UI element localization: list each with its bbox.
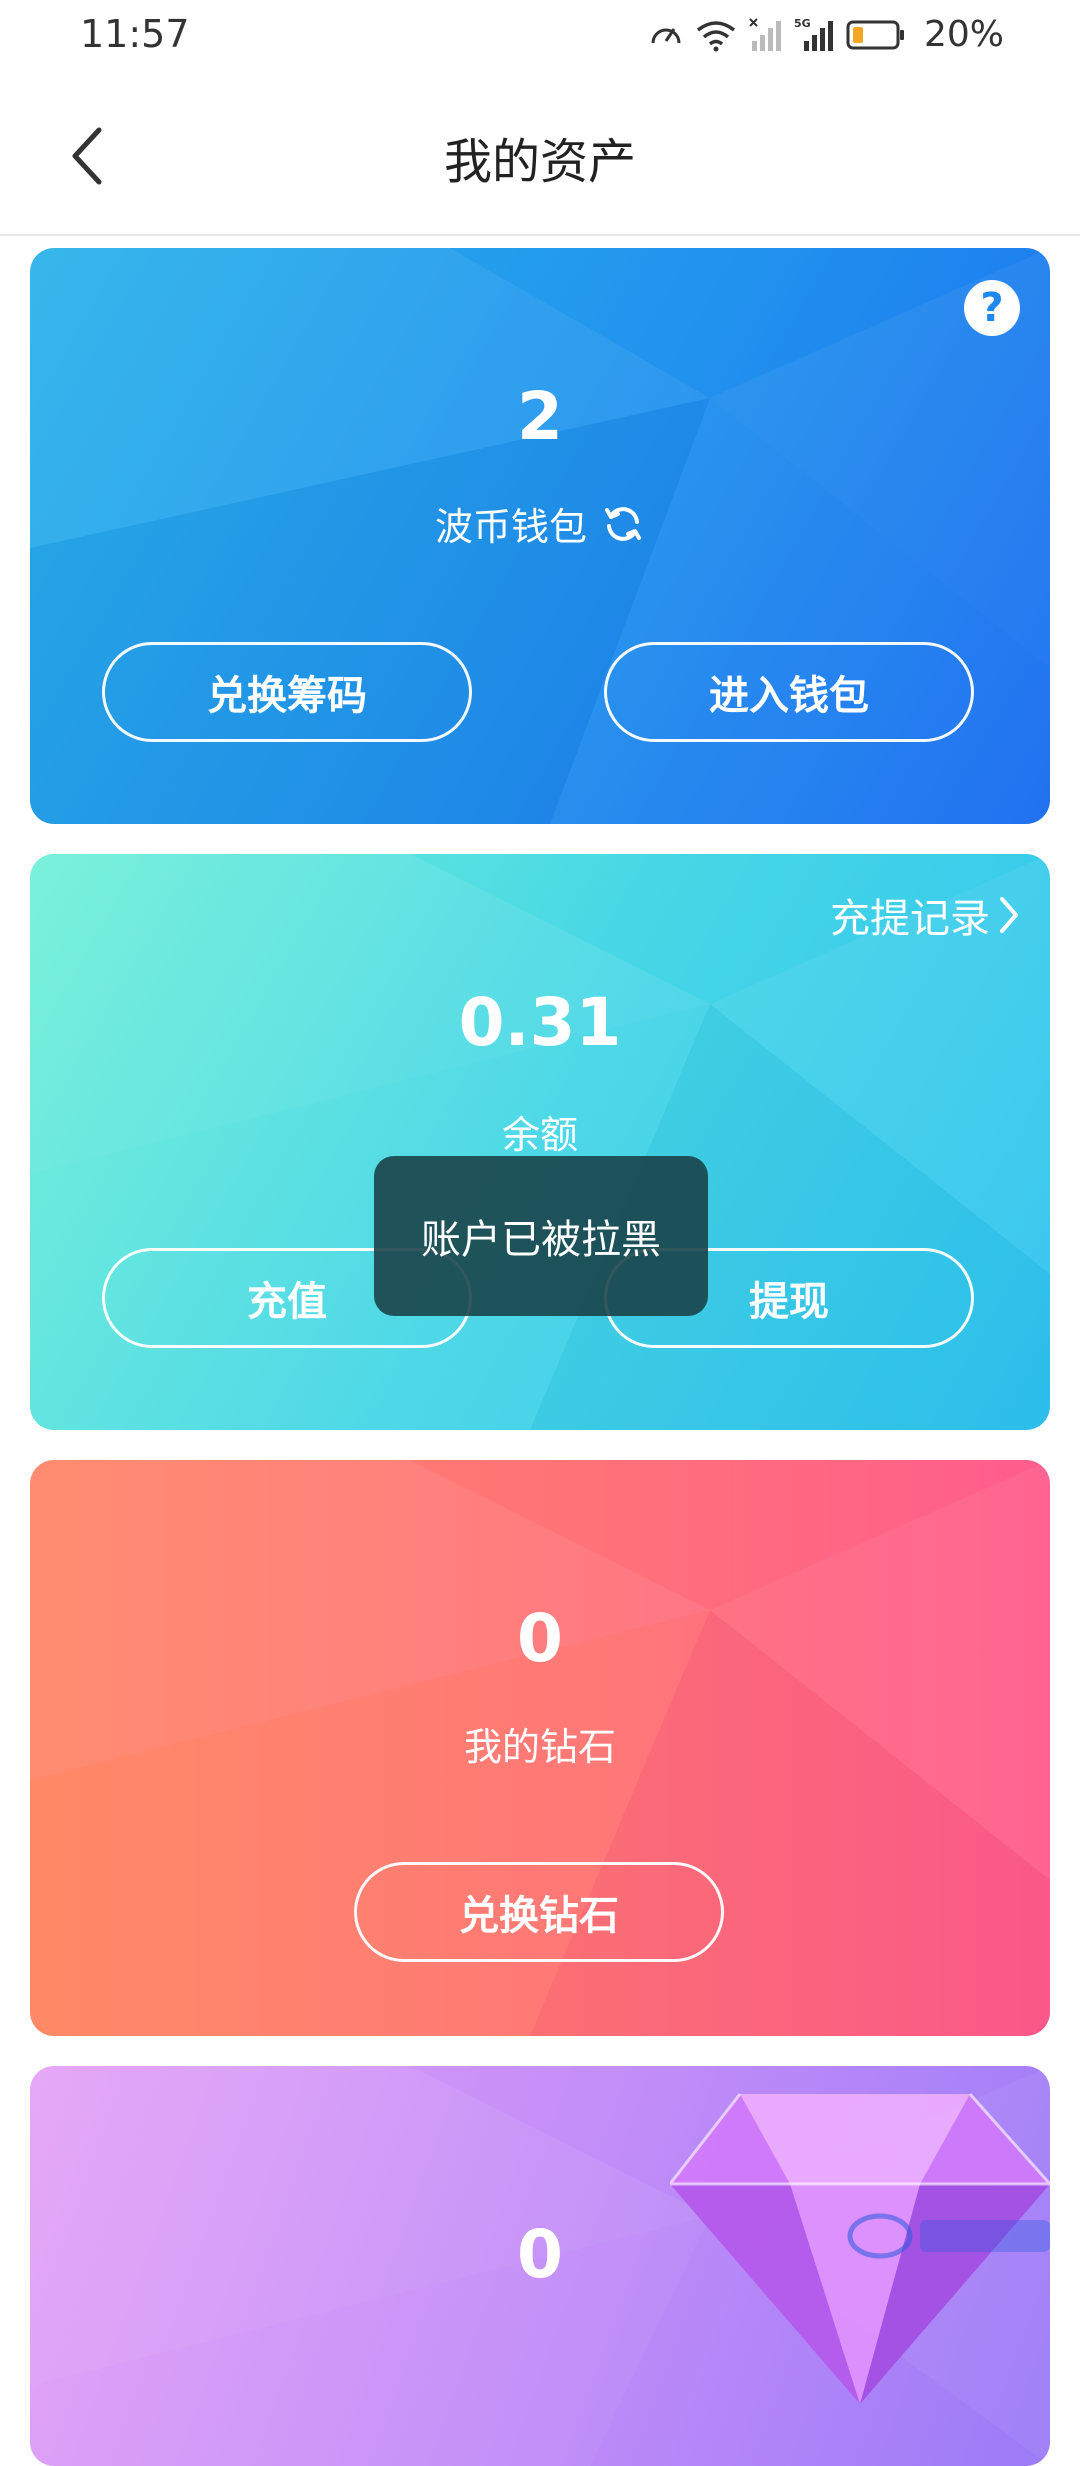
balance-card: 充提记录 0.31 余额 充值 提现 — [30, 854, 1050, 1430]
wifi-icon — [696, 20, 736, 51]
balance-amount: 0.31 — [458, 984, 622, 1061]
diamond-card: 0 我的钻石 兑换钻石 — [30, 1460, 1050, 2036]
speed-icon — [651, 27, 681, 43]
svg-text:5G: 5G — [794, 17, 811, 30]
enter-wallet-button[interactable]: 进入钱包 — [604, 642, 974, 742]
bobi-wallet-card: ? 2 波币钱包 兑换筹码 进入钱包 — [30, 248, 1050, 824]
page-title: 我的资产 — [443, 134, 636, 190]
watermark-logo — [847, 2213, 1050, 2259]
toast-message: 账户已被拉黑 — [374, 1156, 708, 1316]
header: 我的资产 — [0, 78, 1080, 236]
battery-icon — [846, 20, 904, 49]
bobi-label: 波币钱包 — [434, 505, 587, 549]
diamond-label: 我的钻石 — [463, 1725, 616, 1769]
exchange-chips-button[interactable]: 兑换筹码 — [102, 642, 472, 742]
bobi-label-row: 波币钱包 — [30, 496, 1050, 551]
status-time: 11:57 — [80, 12, 190, 56]
bobi-amount: 2 — [517, 378, 563, 455]
exchange-diamonds-button[interactable]: 兑换钻石 — [354, 1862, 724, 1962]
refresh-icon[interactable] — [601, 502, 645, 546]
chevron-right-icon — [1000, 897, 1018, 933]
diamond-amount: 0 — [517, 1600, 563, 1677]
battery-percentage: 20% — [923, 14, 1004, 55]
status-bar: 11:57 5G 20% — [0, 0, 1080, 78]
signal-5g-icon: 5G — [794, 17, 833, 51]
help-icon[interactable]: ? — [964, 280, 1020, 336]
signal-no-sim-icon — [749, 17, 781, 51]
status-icons: 5G 20% — [648, 14, 1004, 55]
recharge-withdraw-records-link[interactable]: 充提记录 — [830, 886, 1020, 944]
balance-label: 余额 — [501, 1113, 578, 1157]
record-link-label: 充提记录 — [830, 896, 990, 942]
